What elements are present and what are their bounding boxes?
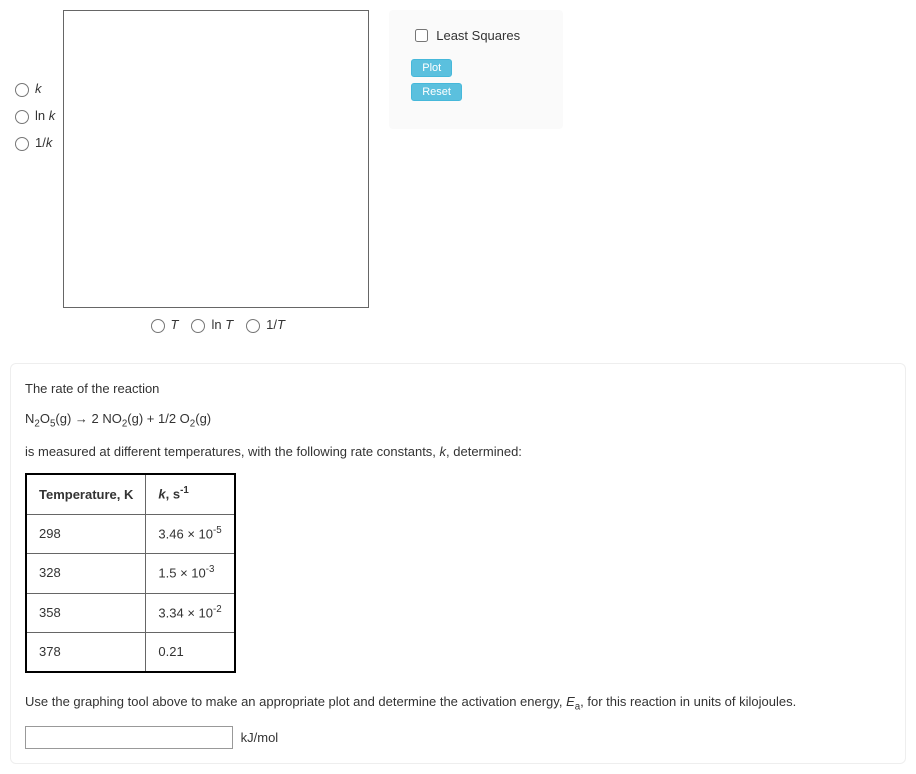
table-row: 298 3.46 × 10-5 <box>26 514 235 553</box>
plot-canvas[interactable] <box>63 10 369 308</box>
y-option-k-label: k <box>35 81 42 96</box>
question-prompt: Use the graphing tool above to make an a… <box>25 691 891 716</box>
cell-k: 0.21 <box>146 633 235 673</box>
reset-button[interactable]: Reset <box>411 83 462 101</box>
x-option-t-label: T <box>171 317 179 332</box>
cell-temp: 358 <box>26 593 146 632</box>
plot-button[interactable]: Plot <box>411 59 452 77</box>
question-intro: The rate of the reaction <box>25 378 891 400</box>
plot-column: T ln T 1/T <box>63 10 369 333</box>
x-option-invt-radio[interactable] <box>246 319 260 333</box>
cell-k: 1.5 × 10-3 <box>146 554 235 593</box>
graph-tool-area: k ln k 1/k T ln T 1/T <box>10 10 906 333</box>
y-option-lnk-radio[interactable] <box>15 110 29 124</box>
measured-text: is measured at different temperatures, w… <box>25 441 891 463</box>
cell-k: 3.46 × 10-5 <box>146 514 235 553</box>
cell-temp: 298 <box>26 514 146 553</box>
x-axis-radio-group: T ln T 1/T <box>63 316 367 333</box>
least-squares-label: Least Squares <box>436 28 520 43</box>
controls-panel: Least Squares Plot Reset <box>389 10 563 129</box>
cell-k: 3.34 × 10-2 <box>146 593 235 632</box>
table-header-k: k, s-1 <box>146 474 235 514</box>
y-axis-radio-group: k ln k 1/k <box>10 80 55 161</box>
x-option-invt-label: 1/T <box>266 317 285 332</box>
x-option-t-radio[interactable] <box>151 319 165 333</box>
y-option-k-radio[interactable] <box>15 83 29 97</box>
answer-unit: kJ/mol <box>241 730 279 745</box>
table-row: 358 3.34 × 10-2 <box>26 593 235 632</box>
table-header-temp: Temperature, K <box>26 474 146 514</box>
table-row: 328 1.5 × 10-3 <box>26 554 235 593</box>
cell-temp: 378 <box>26 633 146 673</box>
table-row: 378 0.21 <box>26 633 235 673</box>
x-option-lnt-radio[interactable] <box>191 319 205 333</box>
data-table: Temperature, K k, s-1 298 3.46 × 10-5 32… <box>25 473 236 673</box>
x-option-lnt-label: ln T <box>211 317 233 332</box>
y-option-lnk-label: ln k <box>35 108 55 123</box>
answer-input[interactable] <box>25 726 233 749</box>
cell-temp: 328 <box>26 554 146 593</box>
y-option-invk-label: 1/k <box>35 135 52 150</box>
reaction-equation: N2O5(g) → 2 NO2(g) + 1/2 O2(g) <box>25 408 891 433</box>
least-squares-checkbox[interactable] <box>415 29 428 42</box>
y-option-invk-radio[interactable] <box>15 137 29 151</box>
question-block: The rate of the reaction N2O5(g) → 2 NO2… <box>10 363 906 764</box>
